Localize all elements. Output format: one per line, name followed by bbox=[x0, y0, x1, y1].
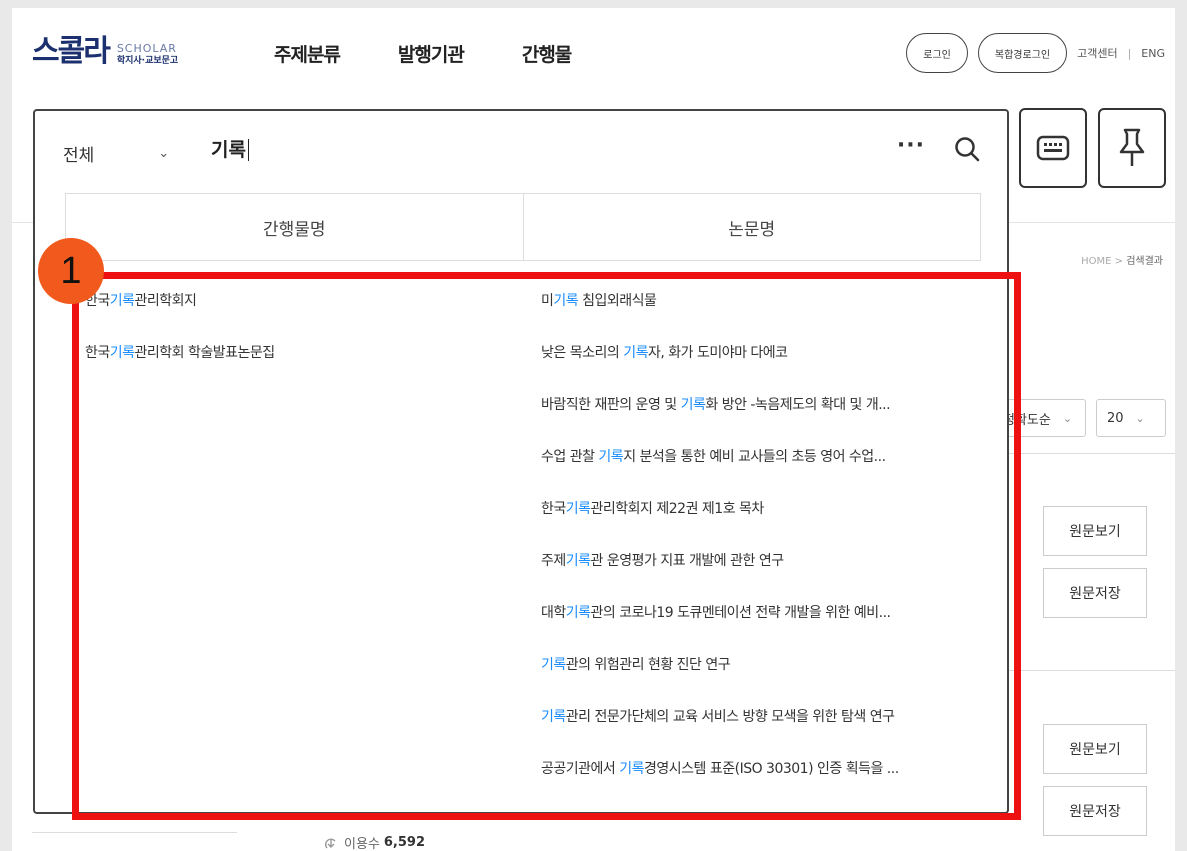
divider bbox=[32, 832, 237, 833]
breadcrumb-home[interactable]: HOME bbox=[1081, 256, 1111, 267]
suggestion-tabs: 간행물명 논문명 bbox=[65, 193, 981, 261]
logo-ko: 학지사·교보문고 bbox=[116, 56, 179, 66]
main-nav: 주제분류 발행기관 간행물 bbox=[274, 40, 572, 67]
per-page-select[interactable]: 20 ⌄ bbox=[1096, 399, 1166, 437]
divider bbox=[1009, 670, 1175, 671]
save-original-button[interactable]: 원문저장 bbox=[1043, 786, 1147, 836]
search-input[interactable]: 기록 bbox=[211, 139, 249, 161]
annotation-box bbox=[72, 272, 1021, 820]
util-separator: | bbox=[1127, 46, 1132, 60]
search-scope-select[interactable]: 전체 ⌄ bbox=[63, 141, 169, 166]
pin-icon bbox=[1119, 128, 1145, 166]
support-link[interactable]: 고객센터 bbox=[1077, 45, 1117, 61]
per-page-value: 20 bbox=[1107, 410, 1124, 426]
language-link[interactable]: ENG bbox=[1141, 47, 1165, 60]
logo-en: SCHOLAR bbox=[116, 42, 177, 55]
views-count: 이용수 6,592 bbox=[322, 833, 425, 851]
chevron-down-icon: ⌄ bbox=[158, 146, 170, 161]
nav-item-subject[interactable]: 주제분류 bbox=[274, 40, 341, 67]
chevron-down-icon: ⌄ bbox=[1135, 411, 1145, 425]
divider bbox=[1009, 453, 1175, 454]
logo-main: 스콜라 bbox=[32, 34, 111, 69]
pin-button[interactable] bbox=[1098, 108, 1166, 188]
tab-journal-name[interactable]: 간행물명 bbox=[66, 194, 523, 260]
views-label: 이용수 bbox=[344, 837, 380, 851]
save-original-button[interactable]: 원문저장 bbox=[1043, 568, 1147, 618]
search-scope-value: 전체 bbox=[63, 146, 95, 166]
view-original-button[interactable]: 원문보기 bbox=[1043, 506, 1147, 556]
utility-bar: 로그인 복합경로그인 고객센터 | ENG bbox=[906, 33, 1165, 73]
view-original-button[interactable]: 원문보기 bbox=[1043, 724, 1147, 774]
nav-item-journal[interactable]: 간행물 bbox=[522, 40, 572, 67]
download-count-icon bbox=[324, 838, 336, 848]
breadcrumb-arrow: > bbox=[1114, 256, 1123, 267]
login-button[interactable]: 로그인 bbox=[906, 33, 968, 73]
nav-item-publisher[interactable]: 발행기관 bbox=[398, 40, 465, 67]
logo[interactable]: 스콜라 SCHOLAR 학지사·교보문고 bbox=[32, 36, 178, 68]
logo-sub: SCHOLAR 학지사·교보문고 bbox=[117, 42, 178, 68]
breadcrumb-current: 검색결과 bbox=[1126, 256, 1163, 267]
more-options-icon[interactable]: ··· bbox=[897, 133, 925, 158]
annotation-badge: 1 bbox=[38, 238, 104, 304]
views-value: 6,592 bbox=[383, 835, 426, 850]
search-icon bbox=[955, 137, 980, 162]
keyboard-button[interactable] bbox=[1019, 108, 1087, 188]
search-button[interactable] bbox=[953, 135, 981, 167]
keyboard-icon bbox=[1036, 135, 1070, 161]
breadcrumb: HOME > 검색결과 bbox=[1081, 252, 1163, 267]
tab-paper-title[interactable]: 논문명 bbox=[522, 194, 981, 260]
chevron-down-icon: ⌄ bbox=[1062, 411, 1073, 425]
group-login-button[interactable]: 복합경로그인 bbox=[977, 33, 1068, 73]
page: 스콜라 SCHOLAR 학지사·교보문고 주제분류 발행기관 간행물 로그인 복… bbox=[12, 8, 1175, 851]
